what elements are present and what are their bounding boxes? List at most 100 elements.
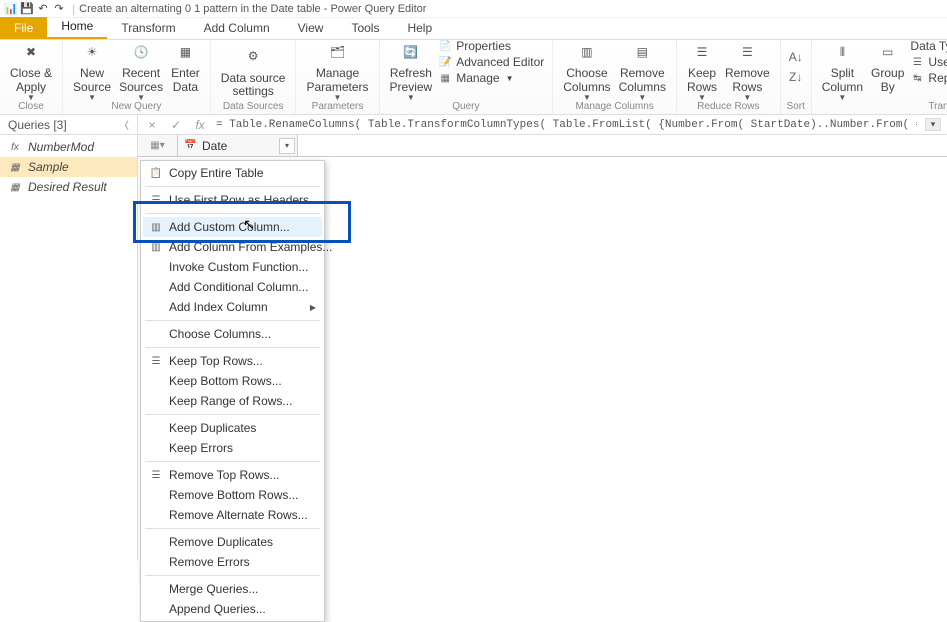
tab-transform[interactable]: Transform — [107, 17, 189, 39]
tab-view[interactable]: View — [284, 17, 338, 39]
new-source-label: New Source — [73, 67, 111, 93]
cm-keep-range-rows[interactable]: Keep Range of Rows... — [143, 391, 322, 411]
keep-rows-label: Keep Rows — [687, 67, 717, 93]
cm-remove-errors[interactable]: Remove Errors — [143, 552, 322, 572]
fx-icon[interactable]: fx — [192, 118, 208, 132]
advanced-editor-icon: 📝 — [438, 55, 452, 69]
split-column-button[interactable]: ⫴ Split Column ▼ — [818, 40, 867, 105]
sort-asc-icon[interactable]: A↓ — [789, 50, 803, 64]
tab-home[interactable]: Home — [47, 15, 107, 39]
save-icon[interactable]: 💾 — [20, 2, 34, 16]
keep-rows-button[interactable]: ☰ Keep Rows ▼ — [683, 40, 721, 105]
cm-label: Keep Top Rows... — [169, 354, 263, 368]
close-and-apply-button[interactable]: ✖ Close & Apply ▼ — [6, 40, 56, 105]
cm-add-conditional-column[interactable]: Add Conditional Column... — [143, 277, 322, 297]
data-type-label: Data Type: Any — [910, 40, 947, 53]
cm-label: Remove Bottom Rows... — [169, 488, 298, 502]
cm-use-first-row-headers[interactable]: ☰ Use First Row as Headers — [143, 190, 322, 210]
cm-keep-errors[interactable]: Keep Errors — [143, 438, 322, 458]
cancel-formula-icon[interactable]: × — [144, 118, 160, 132]
formula-expand-icon[interactable]: ▾ — [925, 118, 941, 131]
examples-icon: ▥ — [149, 240, 163, 254]
cm-separator — [145, 347, 320, 348]
first-row-headers-button[interactable]: ☰Use First Row as Headers▼ — [910, 55, 947, 69]
queries-pane-title-text: Queries [3] — [8, 118, 67, 132]
properties-button[interactable]: 📄Properties — [438, 40, 511, 53]
cm-add-custom-column[interactable]: ▥ Add Custom Column... — [143, 217, 322, 237]
query-label: Sample — [28, 160, 69, 174]
manage-parameters-button[interactable]: 🗂 Manage Parameters ▼ — [302, 40, 372, 105]
cm-keep-bottom-rows[interactable]: Keep Bottom Rows... — [143, 371, 322, 391]
cm-label: Remove Duplicates — [169, 535, 273, 549]
cm-remove-alternate-rows[interactable]: Remove Alternate Rows... — [143, 505, 322, 525]
tab-file[interactable]: File — [0, 17, 47, 39]
cm-remove-duplicates[interactable]: Remove Duplicates — [143, 532, 322, 552]
cm-separator — [145, 414, 320, 415]
cm-label: Merge Queries... — [169, 582, 258, 596]
cm-invoke-custom-function[interactable]: Invoke Custom Function... — [143, 257, 322, 277]
choose-columns-label: Choose Columns — [563, 67, 610, 93]
replace-values-button[interactable]: ↹ Replace Values — [910, 71, 947, 85]
cm-remove-top-rows[interactable]: ☰ Remove Top Rows... — [143, 465, 322, 485]
redo-icon[interactable]: ↷ — [52, 2, 66, 16]
column-name: Date — [202, 139, 227, 153]
replace-icon: ↹ — [910, 71, 924, 85]
cm-keep-duplicates[interactable]: Keep Duplicates — [143, 418, 322, 438]
cm-remove-bottom-rows[interactable]: Remove Bottom Rows... — [143, 485, 322, 505]
choose-columns-button[interactable]: ▥ Choose Columns ▼ — [559, 40, 614, 105]
cm-merge-queries[interactable]: Merge Queries... — [143, 579, 322, 599]
tab-tools[interactable]: Tools — [337, 17, 393, 39]
cm-label: Invoke Custom Function... — [169, 260, 308, 274]
manage-button[interactable]: ▦Manage▼ — [438, 71, 513, 85]
titlebar: 📊 💾 ↶ ↷ | Create an alternating 0 1 patt… — [0, 0, 947, 18]
group-new-query-label: New Query — [63, 101, 210, 112]
column-filter-icon[interactable]: ▾ — [279, 138, 295, 154]
cm-choose-columns[interactable]: Choose Columns... — [143, 324, 322, 344]
enter-data-button[interactable]: ▦ Enter Data — [167, 40, 204, 105]
table-icon: ▦▾ — [150, 140, 164, 151]
replace-values-label: Replace Values — [928, 71, 947, 85]
cm-label: Add Custom Column... — [169, 220, 290, 234]
date-type-icon: 📅 — [184, 140, 198, 151]
recent-sources-button[interactable]: 🕓 Recent Sources ▼ — [115, 40, 167, 105]
remove-columns-label: Remove Columns — [619, 67, 666, 93]
remove-columns-button[interactable]: ▤ Remove Columns ▼ — [615, 40, 670, 105]
split-column-icon: ⫴ — [829, 40, 855, 65]
undo-icon[interactable]: ↶ — [36, 2, 50, 16]
query-item-desired-result[interactable]: ▦ Desired Result — [0, 177, 137, 197]
tab-add-column[interactable]: Add Column — [190, 17, 284, 39]
refresh-preview-button[interactable]: 🔄 Refresh Preview ▼ — [386, 40, 437, 105]
remove-rows-label: Remove Rows — [725, 67, 770, 93]
select-all-corner[interactable]: ▦▾ — [138, 135, 178, 156]
ribbon-tabs: File Home Transform Add Column View Tool… — [0, 18, 947, 40]
query-item-sample[interactable]: ▦ Sample — [0, 157, 137, 177]
cm-copy-entire-table[interactable]: 📋 Copy Entire Table — [143, 163, 322, 183]
titlebar-separator: | — [72, 2, 75, 16]
column-header-date[interactable]: 📅 Date ▾ — [178, 135, 298, 156]
data-type-button[interactable]: Data Type: Any▼ — [910, 40, 947, 53]
group-close-label: Close — [0, 101, 62, 112]
cm-keep-top-rows[interactable]: ☰ Keep Top Rows... — [143, 351, 322, 371]
query-label: NumberMod — [28, 140, 94, 154]
formula-text[interactable]: = Table.RenameColumns( Table.TransformCo… — [216, 119, 917, 131]
data-source-settings-button[interactable]: ⚙ Data source settings — [217, 42, 290, 100]
cm-label: Keep Range of Rows... — [169, 394, 292, 408]
collapse-pane-icon[interactable]: 〈 — [119, 117, 129, 132]
group-by-button[interactable]: ▭ Group By — [867, 40, 908, 96]
sort-desc-icon[interactable]: Z↓ — [789, 70, 803, 84]
close-apply-icon: ✖ — [18, 40, 44, 65]
cm-add-column-from-examples[interactable]: ▥ Add Column From Examples... — [143, 237, 322, 257]
new-source-icon: ☀ — [79, 40, 105, 65]
advanced-editor-button[interactable]: 📝Advanced Editor — [438, 55, 544, 69]
cm-append-queries[interactable]: Append Queries... — [143, 599, 322, 619]
tab-help[interactable]: Help — [393, 17, 446, 39]
headers-icon: ☰ — [910, 55, 924, 69]
accept-formula-icon[interactable]: ✓ — [168, 118, 184, 132]
query-item-numbermod[interactable]: fx NumberMod — [0, 137, 137, 157]
cm-separator — [145, 461, 320, 462]
remove-rows-button[interactable]: ☰ Remove Rows ▼ — [721, 40, 774, 105]
new-source-button[interactable]: ☀ New Source ▼ — [69, 40, 115, 105]
cm-add-index-column[interactable]: Add Index Column ▶ — [143, 297, 322, 317]
cm-separator — [145, 213, 320, 214]
queries-pane: fx NumberMod ▦ Sample ▦ Desired Result — [0, 135, 138, 560]
